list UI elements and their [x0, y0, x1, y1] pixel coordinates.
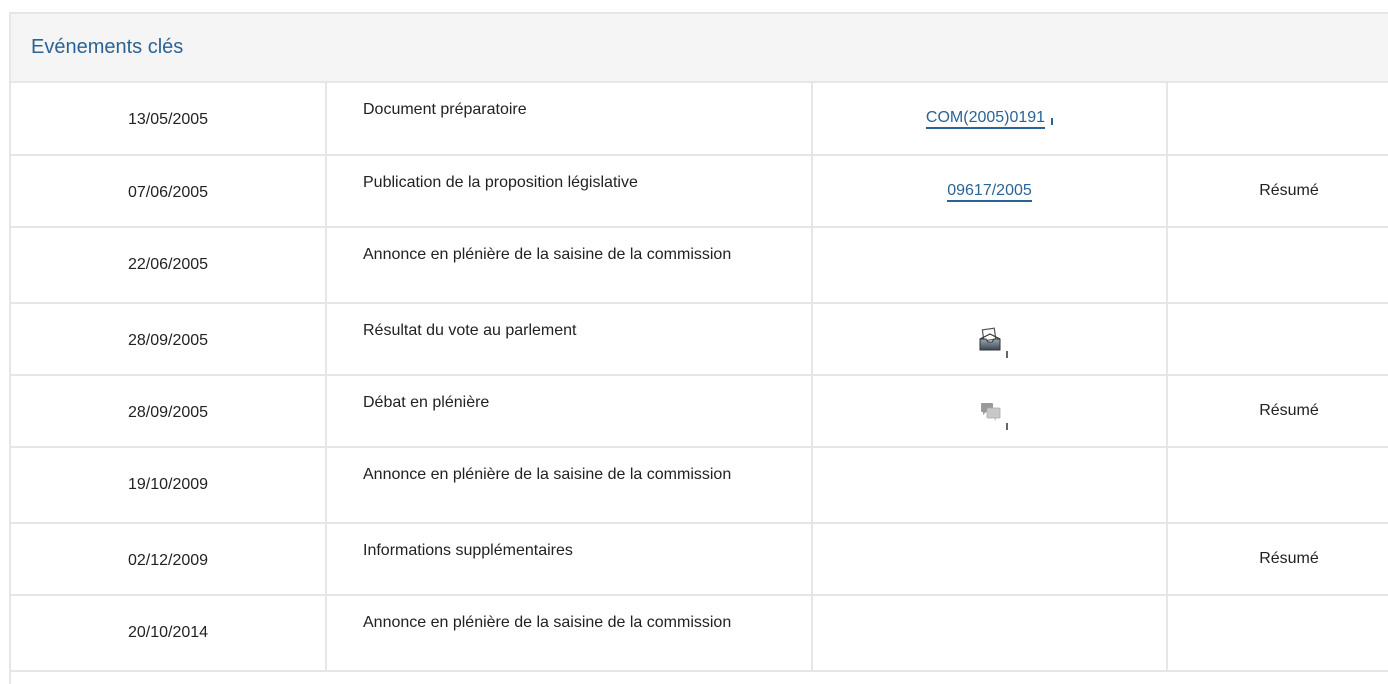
event-label: Publication de la proposition législativ… [326, 155, 813, 228]
event-label: Résultat du vote au parlement [326, 303, 813, 376]
event-document-cell [812, 375, 1168, 448]
event-label: Document préparatoire [326, 83, 813, 156]
event-date: 02/12/2009 [11, 523, 327, 596]
event-document-cell: COM(2005)0191 [812, 83, 1168, 156]
table-row: 22/06/2005 Annonce en plénière de la sai… [11, 227, 1388, 304]
event-document-cell [812, 595, 1168, 672]
event-summary [1167, 595, 1388, 672]
table-row: 20/10/2014 Annonce en plénière de la sai… [11, 595, 1388, 672]
event-label: Informations supplémentaires [326, 523, 813, 596]
document-link[interactable]: 09617/2005 [947, 182, 1032, 202]
event-summary [1167, 303, 1388, 376]
key-events-table: 13/05/2005 Document préparatoire COM(200… [11, 83, 1388, 672]
event-date: 20/10/2014 [11, 595, 327, 672]
event-document-cell [812, 227, 1168, 304]
key-events-panel: Evénements clés 13/05/2005 Document prép… [9, 12, 1388, 684]
summary-link[interactable]: Résumé [1167, 523, 1388, 596]
table-row: 02/12/2009 Informations supplémentaires … [11, 523, 1388, 596]
event-label: Annonce en plénière de la saisine de la … [326, 227, 813, 304]
event-date: 28/09/2005 [11, 303, 327, 376]
event-label: Annonce en plénière de la saisine de la … [326, 595, 813, 672]
debate-chat-icon[interactable] [970, 398, 1010, 430]
table-row: 13/05/2005 Document préparatoire COM(200… [11, 83, 1388, 156]
event-summary [1167, 83, 1388, 156]
table-row: 28/09/2005 Débat en plénière Résumé [11, 375, 1388, 448]
summary-link[interactable]: Résumé [1167, 155, 1388, 228]
panel-title: Evénements clés [31, 36, 184, 58]
event-label: Débat en plénière [326, 375, 813, 448]
table-row: 07/06/2005 Publication de la proposition… [11, 155, 1388, 228]
event-document-cell [812, 523, 1168, 596]
event-document-cell: 09617/2005 [812, 155, 1168, 228]
panel-header: Evénements clés [11, 14, 1388, 83]
event-summary [1167, 447, 1388, 524]
table-row: 19/10/2009 Annonce en plénière de la sai… [11, 447, 1388, 524]
event-document-cell [812, 447, 1168, 524]
event-date: 13/05/2005 [11, 83, 327, 156]
event-summary [1167, 227, 1388, 304]
summary-link[interactable]: Résumé [1167, 375, 1388, 448]
event-date: 07/06/2005 [11, 155, 327, 228]
event-document-cell [812, 303, 1168, 376]
event-date: 28/09/2005 [11, 375, 327, 448]
event-label: Annonce en plénière de la saisine de la … [326, 447, 813, 524]
vote-ballot-icon[interactable] [970, 326, 1010, 358]
table-row: 28/09/2005 Résultat du vote au parlement [11, 303, 1388, 376]
event-date: 22/06/2005 [11, 227, 327, 304]
link-marker [1051, 118, 1054, 125]
event-date: 19/10/2009 [11, 447, 327, 524]
document-link[interactable]: COM(2005)0191 [925, 109, 1046, 129]
